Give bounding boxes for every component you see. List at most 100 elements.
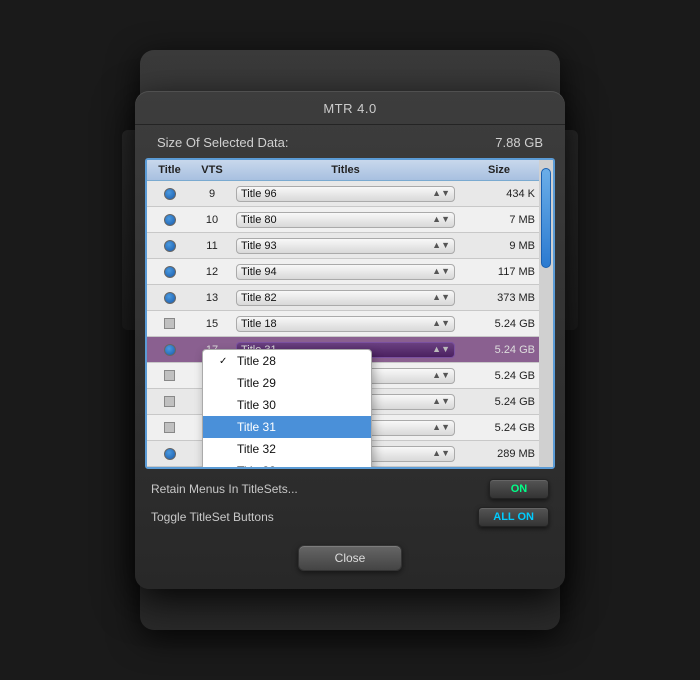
title-dropdown[interactable]: Title 82 ▲▼ — [236, 290, 455, 306]
checkbox-icon[interactable] — [164, 448, 176, 460]
dropdown-arrow-icon: ▲▼ — [432, 423, 450, 432]
row-vts: 11 — [192, 240, 232, 252]
row-title-cell[interactable]: Title 80 ▲▼ — [232, 210, 459, 230]
row-vts: 13 — [192, 292, 232, 304]
row-size: 5.24 GB — [459, 344, 539, 356]
row-vts: 9 — [192, 188, 232, 200]
checkbox-icon[interactable] — [164, 240, 176, 252]
checkbox-icon[interactable] — [164, 292, 176, 304]
dropdown-item[interactable]: Title 30 — [203, 394, 371, 416]
title-dropdown-value: Title 93 — [241, 240, 277, 252]
toggle-titleset-row: Toggle TitleSet Buttons ALL ON — [151, 507, 549, 527]
row-size: 5.24 GB — [459, 370, 539, 382]
dropdown-item-label: Title 30 — [237, 398, 276, 412]
row-vts: 10 — [192, 214, 232, 226]
title-dropdown-value: Title 96 — [241, 188, 277, 200]
scrollbar-thumb[interactable] — [541, 168, 551, 268]
title-dropdown-menu[interactable]: ✓ Title 28 Title 29 Title 30 Title 31 — [202, 349, 372, 469]
checkbox-icon[interactable] — [164, 344, 176, 356]
dropdown-item[interactable]: Title 29 — [203, 372, 371, 394]
table-row[interactable]: 9 Title 96 ▲▼ 434 K — [147, 181, 553, 207]
row-checkbox[interactable] — [147, 240, 192, 252]
dropdown-item[interactable]: Title 32 — [203, 438, 371, 460]
row-checkbox[interactable] — [147, 370, 192, 381]
retain-menus-label: Retain Menus In TitleSets... — [151, 482, 298, 496]
retain-menus-button[interactable]: ON — [489, 479, 549, 499]
dropdown-arrow-icon: ▲▼ — [432, 449, 450, 458]
row-checkbox[interactable] — [147, 396, 192, 407]
scrollbar[interactable] — [539, 160, 553, 467]
row-checkbox[interactable] — [147, 188, 192, 200]
retain-menus-row: Retain Menus In TitleSets... ON — [151, 479, 549, 499]
title-dropdown-value: Title 82 — [241, 292, 277, 304]
checkbox-icon[interactable] — [164, 188, 176, 200]
app-title: MTR 4.0 — [323, 101, 376, 116]
row-title-cell[interactable]: Title 94 ▲▼ — [232, 262, 459, 282]
checkbox-icon[interactable] — [164, 370, 175, 381]
row-size: 9 MB — [459, 240, 539, 252]
dropdown-arrow-icon: ▲▼ — [432, 371, 450, 380]
size-label: Size Of Selected Data: — [157, 135, 289, 150]
row-size: 5.24 GB — [459, 318, 539, 330]
dropdown-item-label: Title 31 — [237, 420, 276, 434]
dropdown-item-label: Title 28 — [237, 354, 276, 368]
dropdown-arrow-icon: ▲▼ — [432, 397, 450, 406]
row-title-cell[interactable]: Title 93 ▲▼ — [232, 236, 459, 256]
toggle-titleset-label: Toggle TitleSet Buttons — [151, 510, 274, 524]
checkbox-icon[interactable] — [164, 396, 175, 407]
title-dropdown[interactable]: Title 93 ▲▼ — [236, 238, 455, 254]
table-row[interactable]: 15 Title 18 ▲▼ 5.24 GB — [147, 311, 553, 337]
checkbox-icon[interactable] — [164, 422, 175, 433]
dropdown-item-label: Title 33 — [237, 464, 276, 469]
table-header: Title VTS Titles Size — [147, 160, 553, 181]
close-button-row: Close — [135, 545, 565, 571]
row-title-cell[interactable]: Title 82 ▲▼ — [232, 288, 459, 308]
col-header-title: Title — [147, 163, 192, 177]
checkbox-icon[interactable] — [164, 266, 176, 278]
row-title-cell[interactable]: Title 18 ▲▼ — [232, 314, 459, 334]
row-size: 5.24 GB — [459, 396, 539, 408]
row-title-cell[interactable]: Title 96 ▲▼ — [232, 184, 459, 204]
row-checkbox[interactable] — [147, 422, 192, 433]
checkbox-icon[interactable] — [164, 214, 176, 226]
dropdown-arrow-icon: ▲▼ — [432, 215, 450, 224]
dropdown-item-label: Title 29 — [237, 376, 276, 390]
checkbox-icon[interactable] — [164, 318, 175, 329]
size-value: 7.88 GB — [495, 135, 543, 150]
title-dropdown[interactable]: Title 80 ▲▼ — [236, 212, 455, 228]
close-button[interactable]: Close — [298, 545, 403, 571]
row-checkbox[interactable] — [147, 266, 192, 278]
row-checkbox[interactable] — [147, 318, 192, 329]
title-dropdown[interactable]: Title 96 ▲▼ — [236, 186, 455, 202]
dropdown-arrow-icon: ▲▼ — [432, 293, 450, 302]
row-checkbox[interactable] — [147, 292, 192, 304]
row-checkbox[interactable] — [147, 344, 192, 356]
row-checkbox[interactable] — [147, 448, 192, 460]
table-row[interactable]: 10 Title 80 ▲▼ 7 MB — [147, 207, 553, 233]
main-window: MTR 4.0 Size Of Selected Data: 7.88 GB T… — [135, 91, 565, 589]
title-dropdown-value: Title 94 — [241, 266, 277, 278]
col-header-size: Size — [459, 163, 539, 177]
checkmark-icon: ✓ — [219, 356, 231, 367]
table-row[interactable]: 13 Title 82 ▲▼ 373 MB — [147, 285, 553, 311]
row-size: 373 MB — [459, 292, 539, 304]
dropdown-item[interactable]: Title 33 — [203, 460, 371, 469]
toggle-titleset-button[interactable]: ALL ON — [478, 507, 549, 527]
col-header-vts: VTS — [192, 163, 232, 177]
row-size: 5.24 GB — [459, 422, 539, 434]
title-dropdown[interactable]: Title 18 ▲▼ — [236, 316, 455, 332]
dropdown-arrow-icon: ▲▼ — [432, 241, 450, 250]
dropdown-arrow-icon: ▲▼ — [432, 267, 450, 276]
dropdown-item-active[interactable]: Title 31 — [203, 416, 371, 438]
row-size: 434 K — [459, 188, 539, 200]
row-checkbox[interactable] — [147, 214, 192, 226]
table-row[interactable]: 12 Title 94 ▲▼ 117 MB — [147, 259, 553, 285]
dropdown-item[interactable]: ✓ Title 28 — [203, 350, 371, 372]
col-header-titles: Titles — [232, 163, 459, 177]
title-bar: MTR 4.0 — [135, 91, 565, 125]
bottom-controls: Retain Menus In TitleSets... ON Toggle T… — [135, 469, 565, 539]
table-row[interactable]: 11 Title 93 ▲▼ 9 MB — [147, 233, 553, 259]
title-dropdown[interactable]: Title 94 ▲▼ — [236, 264, 455, 280]
row-vts: 15 — [192, 318, 232, 330]
dropdown-arrow-icon: ▲▼ — [432, 189, 450, 198]
